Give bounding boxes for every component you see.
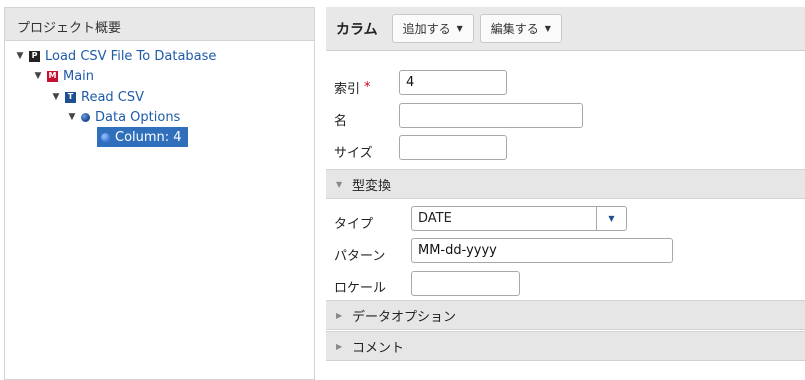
expand-caret-icon[interactable]: ▼ — [49, 92, 63, 102]
pattern-label: パターン — [334, 249, 386, 264]
index-input[interactable]: 4 — [399, 70, 507, 95]
tree-node-label: Column: 4 — [115, 129, 182, 145]
expand-caret-icon[interactable]: ▼ — [31, 71, 45, 81]
locale-label: ロケール — [334, 281, 387, 296]
chevron-down-icon: ▼ — [456, 24, 463, 33]
tree-node-label: Read CSV — [81, 89, 145, 105]
type-select-value[interactable]: DATE — [411, 206, 597, 231]
size-label: サイズ — [334, 146, 373, 161]
expand-caret-icon: ▶ — [336, 341, 343, 351]
tree-node-column-4[interactable]: Column: 4 — [97, 127, 188, 147]
edit-button-label: 編集する — [490, 22, 539, 36]
tree-node-main[interactable]: ▼ M Main — [31, 66, 95, 86]
module-icon: M — [47, 70, 58, 82]
element-dot-icon — [101, 132, 110, 142]
data-options-title: データオプション — [352, 309, 457, 325]
comment-title: コメント — [352, 340, 405, 356]
element-dot-icon — [81, 112, 90, 122]
tree-node-label: Data Options — [95, 109, 181, 125]
chevron-down-icon[interactable]: ▼ — [597, 206, 627, 231]
name-input[interactable] — [399, 103, 583, 128]
project-icon: P — [29, 50, 40, 62]
type-conversion-section-header[interactable]: ▼ 型変換 — [326, 169, 805, 199]
tree-node-data-options[interactable]: ▼ Data Options — [65, 107, 181, 127]
edit-button[interactable]: 編集する ▼ — [479, 14, 562, 43]
add-button[interactable]: 追加する ▼ — [391, 14, 474, 43]
tree-node-read-csv[interactable]: ▼ T Read CSV — [49, 87, 145, 107]
task-icon: T — [65, 91, 76, 103]
collapse-caret-icon: ▼ — [336, 179, 343, 189]
pattern-input[interactable]: MM-dd-yyyy — [411, 238, 673, 263]
size-input[interactable] — [399, 135, 507, 160]
project-overview-title: プロジェクト概要 — [5, 8, 314, 41]
chevron-down-icon: ▼ — [544, 24, 551, 33]
expand-caret-icon[interactable]: ▼ — [13, 51, 27, 61]
locale-input[interactable] — [411, 271, 520, 296]
column-editor-panel: カラム 追加する ▼ 編集する ▼ 索引 * 4 名 サイズ ▼ 型変換 タイプ… — [326, 7, 805, 380]
column-editor-title: カラム — [336, 21, 378, 38]
expand-caret-icon: ▶ — [336, 310, 343, 320]
comment-section-header[interactable]: ▶ コメント — [326, 331, 805, 361]
index-label: 索引 — [334, 82, 361, 97]
tree-node-label: Main — [63, 68, 95, 84]
tree-node-label: Load CSV File To Database — [45, 48, 217, 64]
type-select[interactable]: DATE ▼ — [411, 206, 627, 231]
data-options-section-header[interactable]: ▶ データオプション — [326, 300, 805, 330]
expand-caret-icon[interactable]: ▼ — [65, 112, 79, 122]
type-label: タイプ — [334, 217, 374, 232]
column-toolbar: カラム 追加する ▼ 編集する ▼ — [326, 7, 805, 51]
project-tree: ▼ P Load CSV File To Database ▼ M Main ▼… — [5, 41, 314, 147]
type-conversion-title: 型変換 — [352, 178, 392, 194]
index-field-label-row: 索引 * — [334, 78, 371, 97]
required-marker: * — [364, 80, 371, 95]
name-label: 名 — [334, 114, 348, 129]
add-button-label: 追加する — [402, 22, 451, 36]
project-overview-panel: プロジェクト概要 ▼ P Load CSV File To Database ▼… — [4, 7, 315, 380]
tree-node-project[interactable]: ▼ P Load CSV File To Database — [13, 46, 217, 66]
